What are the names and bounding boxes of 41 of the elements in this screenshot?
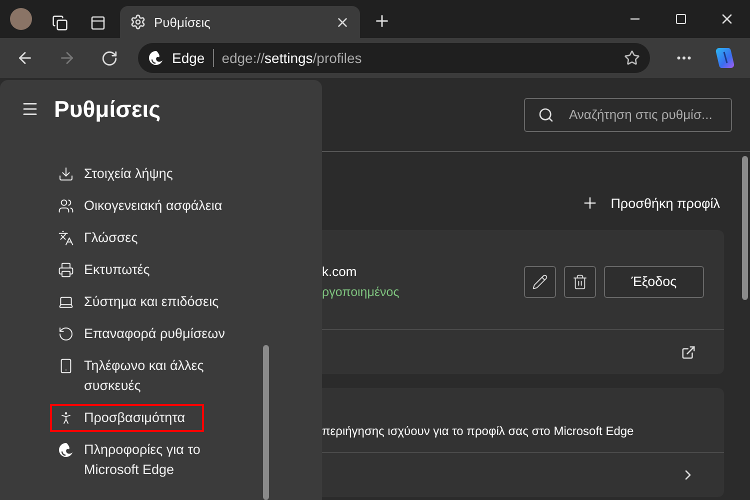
pencil-icon [532,274,548,290]
edge-logo-icon [148,50,164,66]
reset-icon [58,326,74,342]
tab-title: Ρυθμίσεις [154,14,212,30]
scrollbar-thumb[interactable] [263,345,269,500]
trash-icon [572,274,588,290]
add-profile-button[interactable]: Προσθήκη προφίλ [576,190,724,216]
sidebar-item[interactable]: Σύστημα και επιδόσεις [52,290,248,314]
edge-logo-icon [58,442,74,458]
sidebar-item[interactable]: Τηλέφωνο και άλλες συσκευές [52,354,248,398]
printer-icon [58,262,74,278]
sidebar-item[interactable]: Προσβασιμότητα [52,406,202,430]
edit-button[interactable] [524,266,556,298]
delete-button[interactable] [564,266,596,298]
people-icon [58,198,74,214]
search-field[interactable]: Αναζήτηση στις ρυθμίσ... [524,98,732,132]
sidebar-item[interactable]: Στοιχεία λήψης [52,162,248,186]
sidebar-item[interactable]: Οικογενειακή ασφάλεια [52,194,248,218]
languages-icon [58,230,74,246]
sidebar-item[interactable]: Εκτυπωτές [52,258,248,282]
profile-avatar[interactable] [10,8,32,30]
sidebar-item[interactable]: Πληροφορίες για το Microsoft Edge [52,438,248,482]
info-text: περιήγησης ισχύουν για το προφίλ σας στο Microsoft Edge [322,388,724,453]
sync-status: ργοποιημένος [322,285,400,299]
sidebar-item[interactable]: Γλώσσες [52,226,248,250]
address-bar[interactable]: Edge edge://settings/profiles [138,43,650,73]
laptop-icon [58,294,74,310]
external-link-icon[interactable] [681,344,696,360]
scrollbar-thumb[interactable] [742,156,748,300]
url-text: edge://settings/profiles [222,50,363,66]
site-label: Edge [172,50,205,66]
phone-icon [58,358,74,374]
profile-email: k.com [322,264,358,279]
search-icon [538,106,554,122]
settings-icon [130,14,146,30]
browser-tab[interactable]: Ρυθμίσεις [120,6,360,38]
favorite-star-icon[interactable] [624,50,640,66]
sidebar-title: Ρυθμίσεις [54,96,161,122]
sign-out-button[interactable]: Έξοδος [604,266,704,298]
sidebar-item[interactable]: Επαναφορά ρυθμίσεων [52,322,248,346]
download-icon [58,166,74,182]
